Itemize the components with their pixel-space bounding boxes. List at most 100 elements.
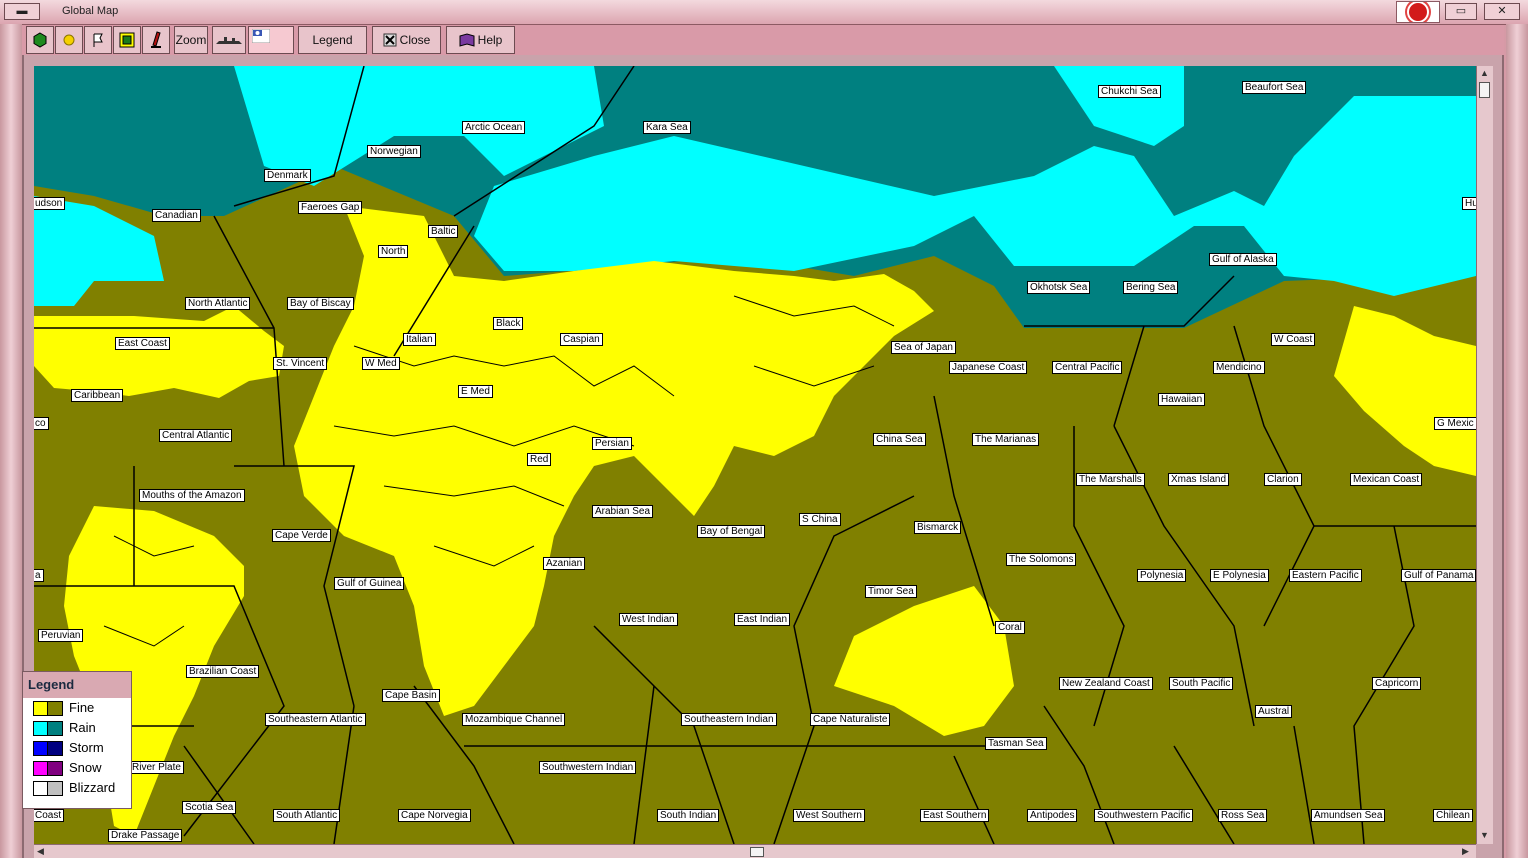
sea-zone-label[interactable]: S China <box>799 513 841 526</box>
sea-zone-label[interactable]: Coral <box>995 621 1025 634</box>
sea-zone-label[interactable]: Italian <box>403 333 436 346</box>
sea-zone-label[interactable]: Bay of Biscay <box>287 297 354 310</box>
sea-zone-label[interactable]: North Atlantic <box>185 297 251 310</box>
sea-zone-label[interactable]: Chukchi Sea <box>1098 85 1161 98</box>
sea-zone-label[interactable]: Okhotsk Sea <box>1027 281 1091 294</box>
weather-button[interactable] <box>55 26 83 54</box>
sea-zone-label[interactable]: Gulf of Alaska <box>1209 253 1277 266</box>
sea-zone-label[interactable]: Ross Sea <box>1218 809 1268 822</box>
sea-zone-label[interactable]: G Mexic <box>1434 417 1476 430</box>
global-weather-map[interactable]: Chukchi Sea Beaufort Sea Arctic Ocean Ka… <box>34 66 1476 844</box>
sea-zone-label[interactable]: Amundsen Sea <box>1311 809 1386 822</box>
sea-zone-label[interactable]: Hawaiian <box>1158 393 1206 406</box>
restore-icon[interactable]: ▭ <box>1445 3 1477 20</box>
sea-zone-label[interactable]: Central Atlantic <box>159 429 233 442</box>
sea-zone-label[interactable]: New Zealand Coast <box>1059 677 1153 690</box>
sea-zone-label[interactable]: South Atlantic <box>273 809 341 822</box>
sea-zone-label[interactable]: East Indian <box>734 613 791 626</box>
sea-zone-label[interactable]: Azanian <box>543 557 586 570</box>
sea-zone-label[interactable]: Gulf of Panama <box>1401 569 1476 582</box>
sea-zone-label[interactable]: Mendicino <box>1213 361 1265 374</box>
sea-zone-label[interactable]: South Pacific <box>1169 677 1234 690</box>
sea-zone-label[interactable]: St. Vincent <box>273 357 328 370</box>
sea-zone-label[interactable]: Cape Verde <box>272 529 331 542</box>
sea-zone-label[interactable]: Timor Sea <box>865 585 917 598</box>
sea-zone-label[interactable]: Arctic Ocean <box>462 121 526 134</box>
sea-zone-label[interactable]: Persian <box>592 437 632 450</box>
sea-zone-label[interactable]: Austral <box>1255 705 1293 718</box>
sea-zone-label[interactable]: Mexican Coast <box>1350 473 1423 486</box>
sea-zone-label[interactable]: Beaufort Sea <box>1242 81 1307 94</box>
sea-zone-label[interactable]: Denmark <box>264 169 311 182</box>
sea-zone-label[interactable]: The Marshalls <box>1076 473 1145 486</box>
sea-zone-label[interactable]: Peruvian <box>38 629 84 642</box>
sea-zone-label[interactable]: a <box>34 569 44 582</box>
sea-zone-label[interactable]: North <box>378 245 409 258</box>
sea-zone-label[interactable]: Southwestern Indian <box>539 761 637 774</box>
scroll-up-arrow-icon[interactable]: ▲ <box>1480 68 1489 78</box>
nationality-button[interactable] <box>248 26 294 54</box>
sea-zone-label[interactable]: The Solomons <box>1006 553 1077 566</box>
horizontal-scroll-thumb[interactable] <box>750 847 764 857</box>
horizontal-scrollbar[interactable]: ◀ ▶ <box>34 844 1476 858</box>
sea-zone-label[interactable]: co <box>34 417 49 430</box>
pen-button[interactable] <box>142 26 170 54</box>
sea-zone-label[interactable]: Scotia Sea <box>182 801 237 814</box>
sea-zone-label[interactable]: Caspian <box>560 333 603 346</box>
sea-zone-label[interactable]: Xmas Island <box>1168 473 1230 486</box>
sea-zone-label[interactable]: Southwestern Pacific <box>1094 809 1194 822</box>
sea-zone-label[interactable]: Caribbean <box>71 389 124 402</box>
sea-zone-label[interactable]: Drake Passage <box>108 829 183 842</box>
help-button[interactable]: Help <box>446 26 515 54</box>
sea-zone-label[interactable]: Baltic <box>428 225 459 238</box>
sea-zone-label[interactable]: West Indian <box>619 613 678 626</box>
sea-zone-label[interactable]: Brazilian Coast <box>186 665 260 678</box>
sea-zone-label[interactable]: East Southern <box>920 809 990 822</box>
sea-zone-label[interactable]: Southeastern Indian <box>681 713 777 726</box>
sea-zone-label[interactable]: Bay of Bengal <box>697 525 766 538</box>
sea-zone-label[interactable]: Kara Sea <box>643 121 691 134</box>
sea-zone-label[interactable]: Clarion <box>1264 473 1302 486</box>
sea-zone-label[interactable]: South Indian <box>657 809 720 822</box>
map-overlay-button[interactable] <box>113 26 141 54</box>
sea-zone-label[interactable]: Faeroes Gap <box>298 201 363 214</box>
sea-zone-label[interactable]: Red <box>527 453 552 466</box>
sea-zone-label[interactable]: Bering Sea <box>1123 281 1179 294</box>
sea-zone-label[interactable]: Coast <box>34 809 65 822</box>
vertical-scroll-thumb[interactable] <box>1479 82 1490 98</box>
sea-zone-label[interactable]: udson <box>34 197 66 210</box>
sea-zone-label[interactable]: Mozambique Channel <box>462 713 566 726</box>
sea-zone-label[interactable]: Canadian <box>152 209 201 222</box>
sea-zone-label[interactable]: East Coast <box>115 337 170 350</box>
ship-filter-button[interactable] <box>212 26 246 54</box>
sea-zone-label[interactable]: Capricorn <box>1372 677 1422 690</box>
sea-zone-label[interactable]: Antipodes <box>1027 809 1078 822</box>
sea-zone-label[interactable]: Cape Basin <box>382 689 440 702</box>
sea-zone-label[interactable]: Cape Norvegia <box>398 809 471 822</box>
sea-zone-label[interactable]: Southeastern Atlantic <box>265 713 366 726</box>
minimize-icon[interactable]: ▬ <box>4 3 40 20</box>
sea-zone-label[interactable]: Chilean <box>1433 809 1473 822</box>
sea-zone-label[interactable]: Polynesia <box>1137 569 1187 582</box>
sea-zone-label[interactable]: Hu <box>1462 197 1476 210</box>
sea-zone-label[interactable]: Mouths of the Amazon <box>139 489 245 502</box>
sea-zone-label[interactable]: River Plate <box>129 761 184 774</box>
sea-zone-label[interactable]: W Med <box>362 357 400 370</box>
close-button[interactable]: Close <box>372 26 441 54</box>
scroll-down-arrow-icon[interactable]: ▼ <box>1480 830 1489 840</box>
flag-button[interactable] <box>84 26 112 54</box>
sea-zone-label[interactable]: Sea of Japan <box>891 341 956 354</box>
sea-zone-label[interactable]: Norwegian <box>367 145 421 158</box>
sea-zone-label[interactable]: Eastern Pacific <box>1289 569 1362 582</box>
sea-zone-label[interactable]: Arabian Sea <box>592 505 654 518</box>
sea-zone-label[interactable]: China Sea <box>873 433 926 446</box>
sea-zone-label[interactable]: Gulf of Guinea <box>334 577 405 590</box>
zoom-button[interactable]: Zoom <box>174 26 208 54</box>
sea-zone-label[interactable]: Central Pacific <box>1052 361 1123 374</box>
sea-zone-label[interactable]: West Southern <box>793 809 865 822</box>
sea-zone-label[interactable]: Cape Naturaliste <box>810 713 891 726</box>
sea-zone-label[interactable]: E Polynesia <box>1210 569 1269 582</box>
sea-zone-label[interactable]: W Coast <box>1271 333 1316 346</box>
close-icon[interactable]: ✕ <box>1484 3 1520 20</box>
sea-zone-label[interactable]: Japanese Coast <box>949 361 1028 374</box>
